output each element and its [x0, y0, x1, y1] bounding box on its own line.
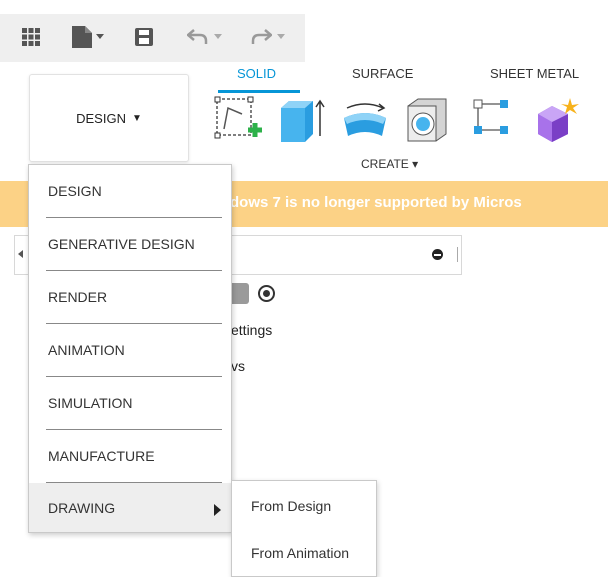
workspace-menu: DESIGN GENERATIVE DESIGN RENDER ANIMATIO… — [28, 164, 232, 533]
menu-item-label: DRAWING — [48, 499, 116, 516]
extrude-icon[interactable] — [279, 96, 327, 148]
views-label: vs — [231, 358, 245, 374]
menu-item-design[interactable]: DESIGN — [29, 165, 231, 217]
create-dropdown[interactable]: CREATE ▾ — [361, 157, 418, 171]
menu-item-label: GENERATIVE DESIGN — [48, 236, 195, 252]
tab-surface[interactable]: SURFACE — [352, 66, 413, 81]
grid-icon[interactable] — [22, 22, 40, 52]
submenu-item-from-animation[interactable]: From Animation — [232, 530, 376, 576]
menu-item-render[interactable]: RENDER — [29, 271, 231, 323]
workspace-switcher-button[interactable]: DESIGN ▼ — [29, 74, 189, 162]
new-component-icon[interactable] — [532, 96, 580, 148]
menu-item-simulation[interactable]: SIMULATION — [29, 377, 231, 429]
save-icon — [135, 28, 153, 46]
submenu-item-label: From Animation — [251, 545, 350, 561]
undo-icon — [187, 29, 209, 45]
minus-circle-icon[interactable] — [432, 249, 443, 260]
file-icon — [72, 26, 92, 48]
menu-item-animation[interactable]: ANIMATION — [29, 324, 231, 376]
menu-item-label: RENDER — [48, 289, 108, 305]
chevron-down-icon — [96, 34, 104, 40]
active-tab-indicator — [218, 90, 300, 93]
redo-button[interactable] — [250, 22, 285, 52]
divider — [457, 247, 458, 262]
workspace-label: DESIGN — [76, 110, 126, 126]
undo-button[interactable] — [187, 22, 222, 52]
redo-icon — [250, 29, 272, 45]
menu-item-label: DESIGN — [48, 183, 102, 199]
chevron-down-icon — [214, 34, 222, 40]
menu-item-generative-design[interactable]: GENERATIVE DESIGN — [29, 218, 231, 270]
pattern-icon[interactable] — [470, 96, 518, 148]
quick-access-toolbar — [0, 0, 608, 62]
revolve-icon[interactable] — [341, 96, 389, 148]
settings-label: ettings — [231, 322, 273, 338]
menu-item-label: SIMULATION — [48, 395, 133, 411]
menu-item-label: ANIMATION — [48, 342, 125, 358]
tab-solid[interactable]: SOLID — [237, 66, 276, 81]
drawing-submenu: From Design From Animation — [231, 480, 377, 577]
chevron-down-icon — [277, 34, 285, 40]
menu-item-manufacture[interactable]: MANUFACTURE — [29, 430, 231, 482]
chevron-right-icon — [214, 504, 221, 516]
hole-icon[interactable] — [404, 96, 452, 148]
create-sketch-icon[interactable] — [214, 96, 262, 148]
save-button[interactable] — [135, 22, 153, 52]
radio-button[interactable] — [258, 285, 275, 302]
chevron-down-icon: ▼ — [131, 112, 142, 124]
tab-sheet-metal[interactable]: SHEET METAL — [490, 66, 579, 81]
menu-item-drawing[interactable]: DRAWING — [29, 483, 231, 532]
submenu-item-label: From Design — [251, 498, 332, 514]
file-menu-button[interactable] — [72, 22, 104, 52]
arrow-left-icon[interactable] — [18, 250, 23, 258]
menu-item-label: MANUFACTURE — [48, 448, 155, 464]
submenu-item-from-design[interactable]: From Design — [232, 483, 376, 529]
